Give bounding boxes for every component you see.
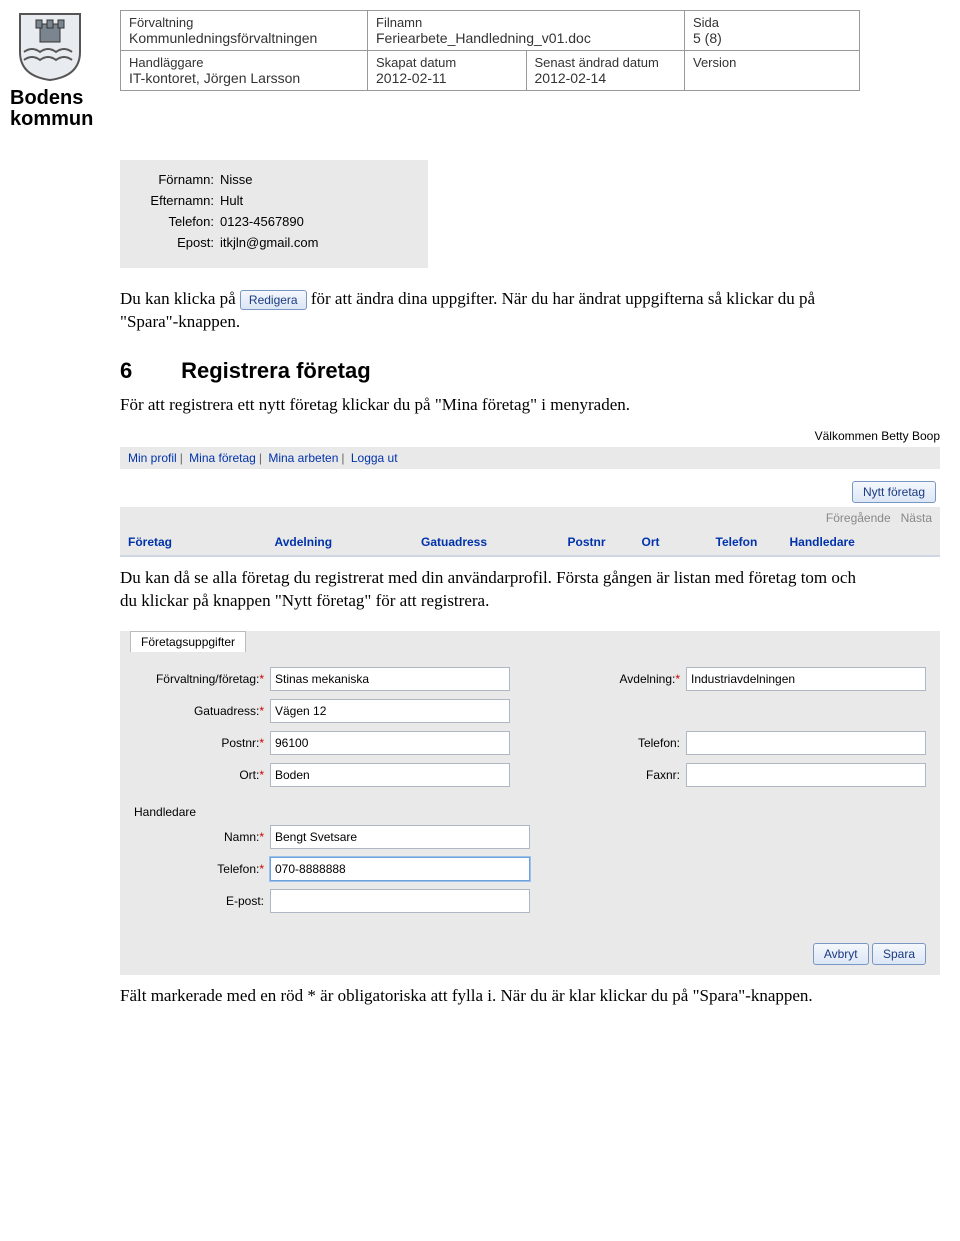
val-senast: 2012-02-14 [535,68,607,86]
section-title: Registrera företag [181,358,371,383]
input-postnr[interactable] [270,731,510,755]
menu-item-min-profil[interactable]: Min profil [128,451,177,465]
section-number: 6 [120,358,175,384]
pager-prev[interactable]: Föregående [826,511,891,525]
menu-bar: Min profil| Mina företag| Mina arbeten| … [120,447,940,469]
lbl-form-epost: E-post: [226,894,264,908]
val-telefon: 0123-4567890 [220,214,414,229]
table-head: Företag Avdelning Gatuadress Postnr Ort … [120,529,940,555]
pager-next[interactable]: Nästa [901,511,932,525]
lbl-form-faxnr: Faxnr: [646,768,680,782]
val-filnamn: Feriearbete_Handledning_v01.doc [376,28,591,46]
input-epost[interactable] [270,889,530,913]
val-sida: 5 (8) [693,28,722,46]
save-button[interactable]: Spara [872,943,926,965]
input-h-telefon[interactable] [270,857,530,881]
input-telefon[interactable] [686,731,926,755]
col-avdelning[interactable]: Avdelning [275,535,418,549]
col-ort[interactable]: Ort [642,535,712,549]
logo-text-2: kommun [10,109,110,130]
paragraph-3: Du kan då se alla företag du registrerat… [120,567,860,613]
company-list-panel: Välkommen Betty Boop Min profil| Mina fö… [120,429,940,557]
input-avdelning[interactable] [686,667,926,691]
val-skapat: 2012-02-11 [376,68,447,86]
lbl-version: Version [693,55,736,70]
tab-foretagsuppgifter[interactable]: Företagsuppgifter [130,631,246,652]
menu-item-logga-ut[interactable]: Logga ut [351,451,398,465]
lbl-form-forvaltning: Förvaltning/företag: [156,672,259,686]
col-postnr[interactable]: Postnr [568,535,638,549]
menu-item-mina-arbeten[interactable]: Mina arbeten [268,451,338,465]
lbl-form-h-telefon: Telefon: [217,862,259,876]
input-gatuadress[interactable] [270,699,510,723]
logo-text-1: Bodens [10,88,110,109]
val-fornamn: Nisse [220,172,414,187]
section-heading: 6 Registrera företag [120,358,950,384]
lbl-form-gatuadress: Gatuadress: [194,704,259,718]
document-meta-table: FörvaltningKommunledningsförvaltningen F… [120,10,860,91]
col-handledare[interactable]: Handledare [790,535,933,549]
input-namn[interactable] [270,825,530,849]
lbl-telefon: Telefon: [134,214,214,229]
lbl-form-ort: Ort: [239,768,259,782]
cancel-button[interactable]: Avbryt [813,943,869,965]
lbl-form-telefon: Telefon: [638,736,680,750]
subhead-handledare: Handledare [134,805,926,819]
lbl-form-namn: Namn: [224,830,259,844]
lbl-epost: Epost: [134,235,214,250]
profile-summary-box: Förnamn: Nisse Efternamn: Hult Telefon: 012… [120,160,428,268]
val-efternamn: Hult [220,193,414,208]
val-handlaggare: IT-kontoret, Jörgen Larsson [129,68,300,86]
col-telefon[interactable]: Telefon [716,535,786,549]
lbl-form-postnr: Postnr: [221,736,259,750]
lbl-efternamn: Efternamn: [134,193,214,208]
logo-column: Bodens kommun [10,10,110,130]
shield-icon [10,10,90,82]
input-forvaltning[interactable] [270,667,510,691]
company-form-panel: Företagsuppgifter Förvaltning/företag:* … [120,631,940,975]
val-forvaltning: Kommunledningsförvaltningen [129,28,317,46]
col-foretag[interactable]: Företag [128,535,271,549]
menu-item-mina-foretag[interactable]: Mina företag [189,451,256,465]
val-epost: itkjln@gmail.com [220,235,414,250]
redigera-button[interactable]: Redigera [240,290,307,310]
paragraph-2: För att registrera ett nytt företag klic… [120,394,860,417]
input-ort[interactable] [270,763,510,787]
col-gatuadress[interactable]: Gatuadress [421,535,564,549]
lbl-form-avdelning: Avdelning: [620,672,676,686]
paragraph-1: Du kan klicka på Redigera för att ändra … [120,288,860,334]
pager-row: Föregående Nästa [120,507,940,529]
lbl-fornamn: Förnamn: [134,172,214,187]
input-faxnr[interactable] [686,763,926,787]
new-company-button[interactable]: Nytt företag [852,481,936,503]
paragraph-4: Fält markerade med en röd * är obligator… [120,985,860,1008]
welcome-text: Välkommen Betty Boop [120,429,940,443]
